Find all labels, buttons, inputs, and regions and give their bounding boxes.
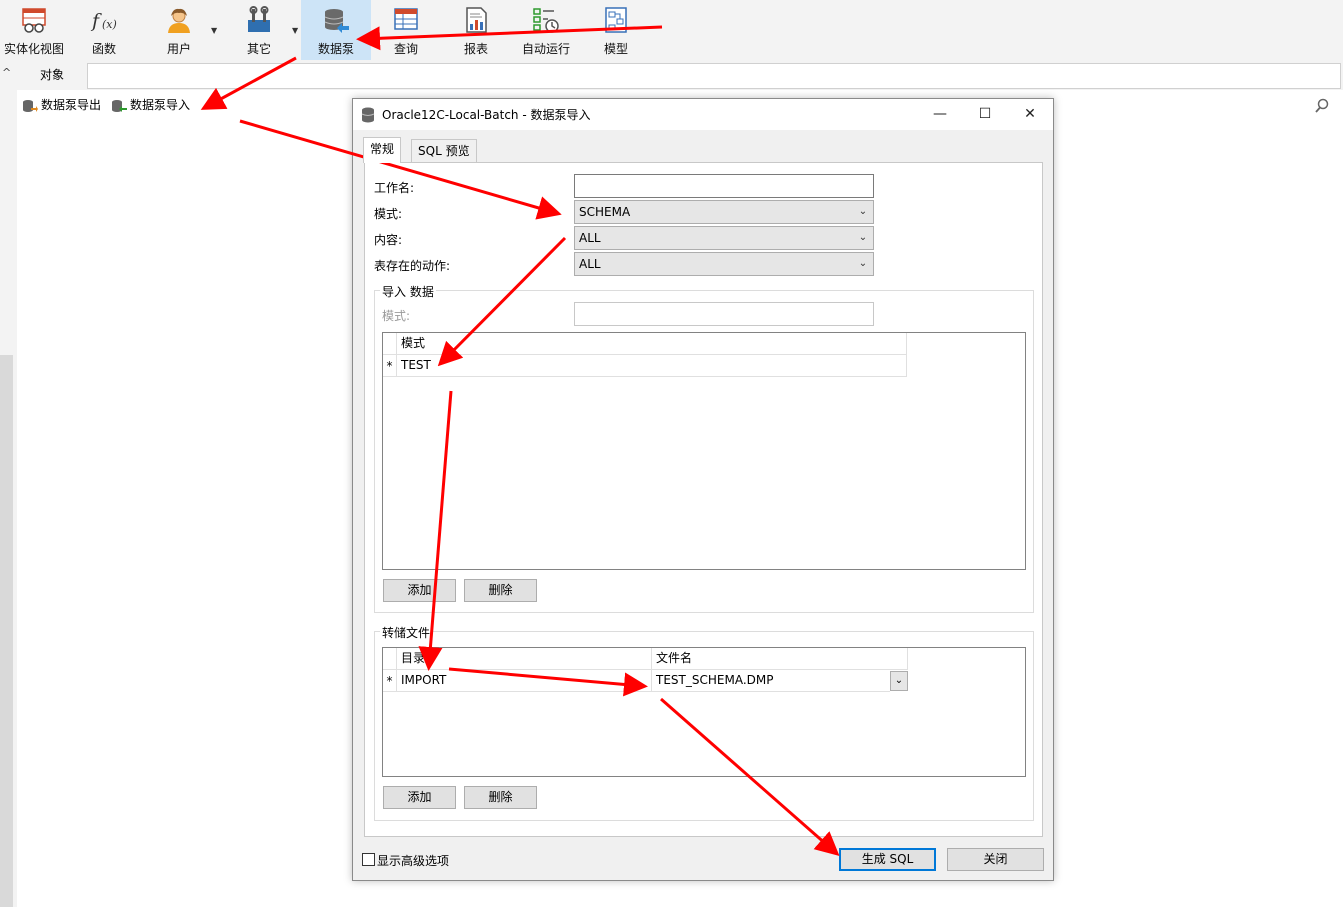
data-pump-export-icon — [23, 99, 38, 112]
add-schema-button[interactable]: 添加 — [383, 579, 456, 602]
function-icon: f (x) — [90, 10, 117, 32]
ribbon-label: 其它 — [246, 42, 271, 56]
materialized-view-button[interactable]: 实体化视图 — [0, 0, 68, 60]
left-scrollbar[interactable] — [0, 355, 13, 907]
function-button[interactable]: f (x) 函数 — [70, 0, 138, 60]
general-tab-panel: 工作名: 模式: SCHEMA ⌄ 内容: ALL ⌄ 表存在的动作: ALL … — [364, 162, 1043, 837]
row-marker: * — [383, 355, 397, 377]
object-tab-bar — [87, 63, 1341, 89]
data-pump-button[interactable]: 数据泵 — [301, 0, 371, 60]
dialog-titlebar[interactable]: Oracle12C-Local-Batch - 数据泵导入 — ☐ ✕ — [353, 99, 1053, 130]
dialog-title: Oracle12C-Local-Batch - 数据泵导入 — [382, 108, 591, 122]
mode-label: 模式: — [374, 207, 403, 221]
job-name-label: 工作名: — [374, 181, 415, 195]
table-exists-action-value: ALL — [579, 257, 601, 271]
user-icon — [168, 8, 190, 33]
content-select[interactable]: ALL ⌄ — [574, 226, 874, 250]
ribbon-label: 模型 — [603, 42, 628, 56]
show-advanced-checkbox[interactable] — [362, 853, 375, 866]
collapse-caret-icon[interactable]: ^ — [2, 66, 11, 79]
table-exists-action-label: 表存在的动作: — [374, 259, 451, 273]
dump-file-grid[interactable]: 目录 文件名 * IMPORT TEST_SCHEMA.DMP ⌄ — [382, 647, 1026, 777]
model-icon — [605, 7, 627, 33]
filename-dropdown-icon[interactable]: ⌄ — [890, 671, 908, 691]
close-button[interactable]: 关闭 — [947, 848, 1044, 871]
materialized-view-icon — [22, 8, 46, 33]
report-icon — [466, 7, 487, 33]
tools-icon — [248, 6, 270, 32]
ribbon-label: 报表 — [463, 42, 488, 56]
data-pump-import-dialog: Oracle12C-Local-Batch - 数据泵导入 — ☐ ✕ 常规 S… — [352, 98, 1054, 881]
delete-dump-file-button[interactable]: 删除 — [464, 786, 537, 809]
show-advanced-label: 显示高级选项 — [377, 854, 450, 868]
automation-icon — [533, 8, 559, 33]
table-exists-action-select[interactable]: ALL ⌄ — [574, 252, 874, 276]
ribbon-toolbar: 实体化视图 f (x) 函数 用户 ▼ 其它 ▼ 数据泵 查询 报表 自动运行 … — [0, 0, 1343, 62]
content-select-value: ALL — [579, 231, 601, 245]
query-button[interactable]: 查询 — [373, 0, 439, 60]
database-icon — [361, 107, 375, 123]
search-icon[interactable] — [1314, 98, 1330, 114]
tab-objects[interactable]: 对象 — [17, 62, 87, 90]
mode-select[interactable]: SCHEMA ⌄ — [574, 200, 874, 224]
close-icon[interactable]: ✕ — [1007, 99, 1053, 130]
automation-button[interactable]: 自动运行 — [512, 0, 580, 60]
tab-sql-preview[interactable]: SQL 预览 — [411, 139, 477, 163]
grid-corner — [383, 648, 397, 670]
import-schema-label: 模式: — [382, 309, 411, 323]
mode-select-value: SCHEMA — [579, 205, 631, 219]
grid-header-filename[interactable]: 文件名 — [652, 648, 908, 670]
ribbon-label: 函数 — [91, 42, 116, 56]
job-name-input[interactable] — [574, 174, 874, 198]
table-row[interactable]: TEST — [397, 355, 907, 377]
row-marker: * — [383, 670, 397, 692]
data-pump-import-button[interactable]: 数据泵导入 — [111, 96, 190, 114]
directory-cell[interactable]: IMPORT — [397, 670, 652, 692]
content-label: 内容: — [374, 233, 403, 247]
filename-cell[interactable]: TEST_SCHEMA.DMP — [652, 670, 890, 692]
minimize-icon[interactable]: — — [917, 99, 963, 130]
ribbon-label: 查询 — [393, 42, 418, 56]
grid-header-directory[interactable]: 目录 — [397, 648, 652, 670]
data-pump-import-label: 数据泵导入 — [130, 98, 191, 112]
data-pump-export-button[interactable]: 数据泵导出 — [22, 96, 101, 114]
delete-schema-button[interactable]: 删除 — [464, 579, 537, 602]
maximize-icon[interactable]: ☐ — [962, 99, 1008, 130]
others-dropdown-arrow-icon[interactable]: ▼ — [292, 26, 298, 35]
import-data-group-title: 导入 数据 — [380, 283, 436, 300]
grid-header-schema[interactable]: 模式 — [397, 333, 907, 355]
ribbon-label: 自动运行 — [521, 42, 570, 56]
user-dropdown-arrow-icon[interactable]: ▼ — [211, 26, 217, 35]
query-icon — [394, 8, 418, 30]
data-pump-import-icon — [112, 99, 127, 112]
ribbon-label: 用户 — [166, 42, 191, 56]
svg-text:(x): (x) — [102, 18, 117, 31]
tab-general[interactable]: 常规 — [363, 137, 402, 163]
data-pump-export-label: 数据泵导出 — [41, 98, 102, 112]
chevron-down-icon: ⌄ — [858, 232, 868, 243]
report-button[interactable]: 报表 — [443, 0, 509, 60]
schema-grid[interactable]: 模式 * TEST — [382, 332, 1026, 570]
chevron-down-icon: ⌄ — [858, 258, 868, 269]
data-pump-icon — [324, 9, 349, 33]
chevron-down-icon: ⌄ — [858, 206, 868, 217]
dump-file-group-title: 转储文件 — [380, 624, 433, 641]
import-schema-input — [574, 302, 874, 326]
generate-sql-button[interactable]: 生成 SQL — [839, 848, 936, 871]
model-button[interactable]: 模型 — [583, 0, 649, 60]
grid-corner — [383, 333, 397, 355]
add-dump-file-button[interactable]: 添加 — [383, 786, 456, 809]
svg-text:f: f — [90, 10, 102, 32]
user-button[interactable]: 用户 — [146, 0, 212, 60]
ribbon-label: 实体化视图 — [3, 42, 64, 56]
others-button[interactable]: 其它 — [226, 0, 292, 60]
ribbon-label: 数据泵 — [317, 42, 354, 56]
